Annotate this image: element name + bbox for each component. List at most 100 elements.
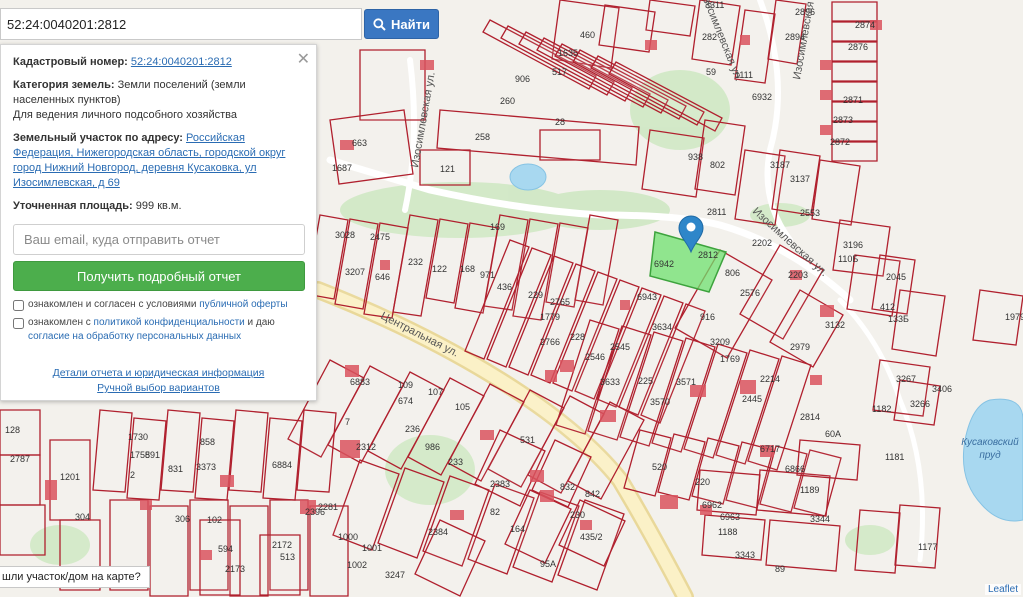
parcel[interactable] bbox=[228, 409, 269, 493]
offer-checkbox[interactable] bbox=[13, 300, 24, 311]
close-icon[interactable]: ✕ bbox=[297, 49, 310, 68]
building bbox=[530, 470, 544, 482]
parcel[interactable] bbox=[0, 504, 46, 556]
get-report-button[interactable]: Получить подробный отчет bbox=[13, 261, 305, 291]
privacy-checkbox[interactable] bbox=[13, 318, 24, 329]
parcel-number: 520 bbox=[652, 462, 667, 472]
parcel-number: 3137 bbox=[790, 174, 810, 184]
parcel-number: 164 bbox=[510, 524, 525, 534]
parcel[interactable] bbox=[854, 509, 901, 574]
privacy-policy-link[interactable]: политикой конфиденциальности bbox=[94, 317, 245, 328]
parcel-number: 971 bbox=[480, 270, 495, 280]
parcel[interactable] bbox=[359, 49, 426, 121]
parcel[interactable] bbox=[831, 1, 878, 22]
parcel-number: 1201 bbox=[60, 472, 80, 482]
parcel-number: 1979 bbox=[1005, 312, 1023, 322]
parcel-number: 82 bbox=[490, 507, 500, 517]
own-plot-prompt[interactable]: шли участок/дом на карте? bbox=[0, 566, 150, 588]
details-link[interactable]: Детали отчета и юридическая информация bbox=[13, 366, 304, 381]
parcel-number: 109 bbox=[398, 380, 413, 390]
manual-select-link[interactable]: Ручной выбор вариантов bbox=[13, 381, 304, 396]
building bbox=[620, 300, 630, 310]
building bbox=[540, 490, 554, 502]
building bbox=[140, 500, 152, 510]
parcel-number: 1177 bbox=[918, 542, 937, 552]
parcel[interactable] bbox=[194, 417, 235, 501]
cadastral-row: Кадастровый номер: 52:24:0040201:2812 bbox=[13, 55, 304, 70]
parcel-number: 3196 bbox=[843, 240, 863, 250]
email-field[interactable] bbox=[13, 224, 305, 255]
parcel-number: 122 bbox=[432, 264, 447, 274]
pond-label: Кусаковский пруд bbox=[961, 437, 1019, 461]
building bbox=[420, 60, 434, 70]
parcel[interactable] bbox=[831, 61, 878, 82]
parcel-number: 2202 bbox=[752, 238, 772, 248]
parcel-number: 3266 bbox=[910, 399, 930, 409]
parcel-number: 594 bbox=[218, 544, 233, 554]
parcel-number: 460 bbox=[580, 30, 595, 40]
parcel-number: 2787 bbox=[10, 454, 30, 464]
building bbox=[810, 375, 822, 385]
building bbox=[45, 480, 57, 500]
parcel[interactable] bbox=[92, 409, 133, 493]
parcel-number: 110Б bbox=[838, 254, 858, 264]
parcel-number: 306 bbox=[175, 514, 190, 524]
parcel-number: 663 bbox=[352, 138, 367, 148]
parcel-number: 3571 bbox=[676, 377, 696, 387]
parcel-number: 2384 bbox=[428, 527, 448, 537]
parcel-number: 1182 bbox=[872, 404, 891, 414]
parcel-number: 1181 bbox=[885, 452, 904, 462]
building bbox=[660, 495, 678, 509]
parcel-number: 517 bbox=[552, 67, 567, 77]
parcel-number: 1000 bbox=[338, 532, 358, 542]
leaflet-link[interactable]: Leaflet bbox=[988, 584, 1018, 595]
parcel-number: 95А bbox=[540, 559, 556, 569]
parcel-number: 2576 bbox=[740, 288, 760, 298]
area-row: Уточненная площадь: 999 кв.м. bbox=[13, 199, 304, 214]
parcel-number: 6963 bbox=[720, 512, 740, 522]
parcel-number: 107 bbox=[428, 387, 443, 397]
parcel-number: 229 bbox=[528, 290, 543, 300]
parcel[interactable] bbox=[309, 505, 349, 597]
parcel[interactable] bbox=[262, 417, 303, 501]
parcel-number: 2475 bbox=[370, 232, 390, 242]
parcel[interactable] bbox=[296, 409, 337, 493]
parcel[interactable] bbox=[539, 129, 601, 161]
parcel-number: 2172 bbox=[272, 540, 292, 550]
parcel-number: 2203 bbox=[788, 270, 808, 280]
offer-consent[interactable]: ознакомлен и согласен с условиями публич… bbox=[13, 298, 304, 312]
parcel-number: 2871 bbox=[843, 95, 863, 105]
parcel-number: 3209 bbox=[710, 337, 730, 347]
parcel-number: 1687 bbox=[332, 163, 352, 173]
cadastral-link[interactable]: 52:24:0040201:2812 bbox=[131, 56, 232, 68]
building bbox=[740, 380, 756, 394]
parcel[interactable] bbox=[796, 439, 861, 481]
parcel[interactable] bbox=[160, 409, 201, 493]
privacy-consent-text: ознакомлен с bbox=[28, 317, 94, 328]
selected-parcel-number: 2812 bbox=[698, 250, 718, 260]
parcel-number: 60А bbox=[825, 429, 841, 439]
public-offer-link[interactable]: публичной оферты bbox=[199, 299, 287, 310]
parcel-number: 6866 bbox=[785, 464, 805, 474]
parcel-number: 806 bbox=[725, 268, 740, 278]
parcel-number: 230 bbox=[570, 510, 585, 520]
parcel-number: 89 bbox=[775, 564, 785, 574]
building bbox=[600, 410, 616, 422]
parcel-number: 2765 bbox=[550, 297, 570, 307]
building bbox=[740, 35, 750, 45]
parcel-number: 3343 bbox=[735, 550, 755, 560]
search-button[interactable]: Найти bbox=[364, 9, 439, 39]
parcel-number: 168 bbox=[460, 264, 475, 274]
parcel-number: 128 bbox=[5, 425, 20, 435]
personal-data-link[interactable]: согласие на обработку персональных данны… bbox=[28, 331, 241, 342]
parcel-number: 1779 bbox=[540, 312, 560, 322]
parcel[interactable] bbox=[894, 504, 941, 569]
parcel-number: 2214 bbox=[760, 374, 780, 384]
parcel-number: 2766 bbox=[540, 337, 560, 347]
privacy-consent[interactable]: ознакомлен с политикой конфиденциальност… bbox=[13, 316, 304, 344]
parcel-number: 3207 bbox=[345, 267, 365, 277]
search-input[interactable] bbox=[0, 8, 362, 40]
parcel-number: 802 bbox=[710, 160, 725, 170]
parcel-number: 938 bbox=[688, 152, 703, 162]
map-attribution[interactable]: Leaflet bbox=[984, 584, 1021, 595]
